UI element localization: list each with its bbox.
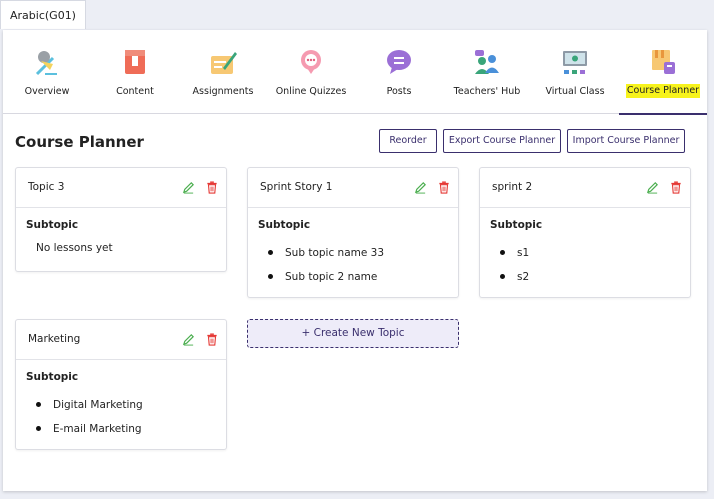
nav-item-posts[interactable]: Posts — [355, 30, 443, 114]
nav-item-teachers-hub[interactable]: Teachers' Hub — [443, 30, 531, 114]
topic-card: Topic 3 Subtopic No lessons yet — [15, 167, 227, 272]
topic-title: Topic 3 — [28, 181, 65, 193]
export-course-planner-button[interactable]: Export Course Planner — [443, 129, 561, 153]
nav-item-assignments[interactable]: Assignments — [179, 30, 267, 114]
course-nav: Overview Content Assignments Online Quiz… — [3, 30, 707, 115]
topic-card: sprint 2 Subtopic s1 s2 — [479, 167, 691, 298]
subtopic-item: Sub topic name 33 — [268, 247, 384, 259]
edit-icon[interactable] — [182, 181, 195, 194]
delete-icon[interactable] — [206, 181, 218, 194]
subtopic-label: Subtopic — [26, 371, 79, 383]
subtopic-item: s1 — [500, 247, 529, 259]
nav-item-content[interactable]: Content — [91, 30, 179, 114]
subtopic-label: Subtopic — [26, 219, 79, 231]
subtopic-item: s2 — [500, 271, 529, 283]
nav-label: Content — [116, 86, 154, 97]
edit-icon[interactable] — [646, 181, 659, 194]
online-quizzes-icon — [301, 50, 321, 74]
topic-card-header: sprint 2 — [480, 168, 690, 208]
content-icon — [125, 50, 145, 74]
nav-item-course-planner[interactable]: Course Planner — [619, 30, 707, 115]
topic-card: Marketing Subtopic Digital Marketing E-m… — [15, 319, 227, 450]
topic-title: sprint 2 — [492, 181, 533, 193]
subtopic-item: E-mail Marketing — [36, 423, 142, 435]
delete-icon[interactable] — [670, 181, 682, 194]
nav-item-virtual-class[interactable]: Virtual Class — [531, 30, 619, 114]
topic-title: Marketing — [28, 333, 81, 345]
nav-label: Assignments — [192, 86, 254, 97]
teachers-hub-icon — [475, 50, 499, 74]
overview-icon — [35, 51, 57, 76]
nav-label: Virtual Class — [545, 86, 605, 97]
course-planner-icon — [652, 50, 675, 74]
nav-item-overview[interactable]: Overview — [3, 30, 91, 114]
topic-card: Sprint Story 1 Subtopic Sub topic name 3… — [247, 167, 459, 298]
topic-title: Sprint Story 1 — [260, 181, 333, 193]
assignments-icon — [211, 52, 237, 74]
class-tab[interactable]: Arabic(G01) — [0, 0, 86, 29]
edit-icon[interactable] — [414, 181, 427, 194]
nav-label: Course Planner — [626, 84, 700, 98]
nav-label: Overview — [24, 86, 70, 97]
topic-card-header: Marketing — [16, 320, 226, 360]
delete-icon[interactable] — [206, 333, 218, 346]
main-panel: Overview Content Assignments Online Quiz… — [3, 30, 707, 491]
subtopic-item: Sub topic 2 name — [268, 271, 377, 283]
nav-label: Online Quizzes — [275, 86, 347, 97]
import-course-planner-button[interactable]: Import Course Planner — [567, 129, 685, 153]
topic-card-header: Topic 3 — [16, 168, 226, 208]
subtopic-item: Digital Marketing — [36, 399, 143, 411]
nav-label: Posts — [386, 86, 412, 97]
virtual-class-icon — [563, 51, 587, 74]
posts-icon — [387, 50, 411, 74]
empty-lessons-text: No lessons yet — [36, 242, 113, 254]
nav-item-online-quizzes[interactable]: Online Quizzes — [267, 30, 355, 114]
edit-icon[interactable] — [182, 333, 195, 346]
create-new-topic-button[interactable]: + Create New Topic — [247, 319, 459, 348]
subtopic-label: Subtopic — [490, 219, 543, 231]
delete-icon[interactable] — [438, 181, 450, 194]
topic-card-header: Sprint Story 1 — [248, 168, 458, 208]
nav-label: Teachers' Hub — [453, 86, 521, 97]
page-title: Course Planner — [15, 133, 144, 151]
reorder-button[interactable]: Reorder — [379, 129, 437, 153]
subtopic-label: Subtopic — [258, 219, 311, 231]
